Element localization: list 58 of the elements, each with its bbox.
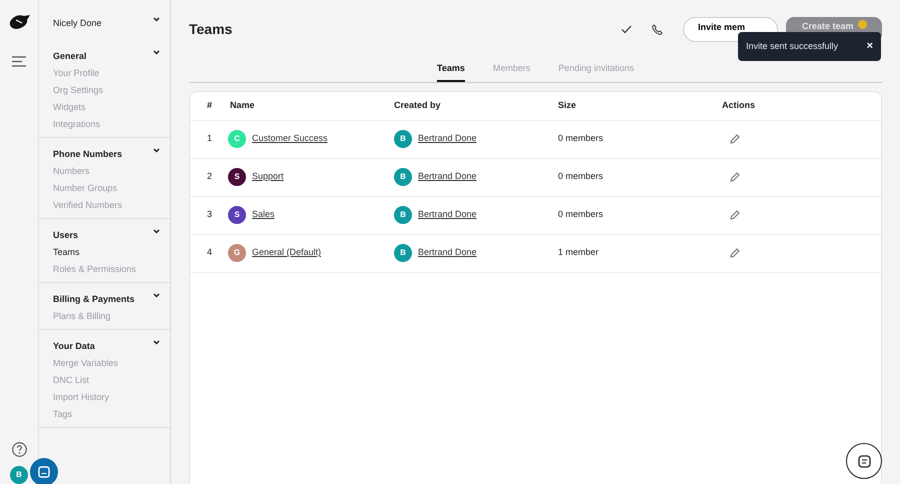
sidebar-item[interactable]: Teams	[53, 244, 160, 261]
team-link[interactable]: General (Default)	[252, 246, 322, 260]
team-link[interactable]: Customer Success	[252, 132, 328, 146]
team-avatar: S	[228, 168, 246, 186]
team-link[interactable]: Sales	[252, 208, 275, 222]
table-cell: 3	[207, 209, 212, 220]
edit-icon[interactable]	[730, 172, 740, 182]
section-heading[interactable]: Users	[53, 229, 78, 242]
section-heading[interactable]: Billing & Payments	[53, 293, 135, 306]
badge-icon	[858, 20, 867, 28]
team-avatar: S	[228, 206, 246, 224]
team-avatar: G	[228, 244, 246, 262]
chevron-icon[interactable]	[153, 293, 160, 298]
menu-icon[interactable]	[12, 56, 26, 67]
edit-icon[interactable]	[730, 134, 740, 144]
edit-icon[interactable]	[730, 248, 740, 258]
section-heading[interactable]: General	[53, 50, 87, 63]
tab[interactable]: Teams	[437, 62, 465, 82]
logo-icon[interactable]	[8, 13, 32, 31]
column-header: Created by	[394, 100, 441, 110]
chat-icon	[38, 466, 50, 478]
chevron-icon[interactable]	[153, 340, 160, 345]
column-header: Actions	[722, 100, 756, 110]
table-cell: 4	[207, 247, 212, 258]
toast-message: Invite sent successfully	[746, 40, 838, 53]
table-cell: 0 members	[558, 209, 604, 220]
workspace-name[interactable]: Nicely Done	[53, 17, 102, 30]
creator-link[interactable]: Bertrand Done	[418, 246, 477, 260]
creator-avatar: B	[394, 206, 412, 224]
chevron-icon[interactable]	[153, 148, 160, 153]
help-icon[interactable]	[12, 442, 27, 457]
creator-avatar: B	[394, 130, 412, 148]
page-title: Teams	[189, 20, 232, 38]
column-header: #	[207, 100, 212, 110]
column-header: Name	[230, 100, 255, 110]
section-heading[interactable]: Your Data	[53, 340, 95, 353]
table-cell: 1	[207, 133, 212, 144]
check-icon[interactable]	[621, 24, 632, 34]
table-cell: 2	[207, 171, 212, 182]
creator-link[interactable]: Bertrand Done	[418, 208, 477, 222]
creator-avatar: B	[394, 168, 412, 186]
column-header: Size	[558, 100, 576, 110]
creator-avatar: B	[394, 244, 412, 262]
table-cell: 1 member	[558, 247, 599, 258]
chat-icon	[858, 454, 870, 468]
chevron-icon[interactable]	[153, 229, 160, 234]
table-cell: 0 members	[558, 133, 604, 144]
team-avatar: C	[228, 130, 246, 148]
team-link[interactable]: Support	[252, 170, 284, 184]
phone-icon[interactable]	[652, 24, 663, 34]
creator-link[interactable]: Bertrand Done	[418, 170, 477, 184]
creator-link[interactable]: Bertrand Done	[418, 132, 477, 146]
chat-launcher-button[interactable]	[30, 458, 58, 484]
table-cell: 0 members	[558, 171, 604, 182]
chevron-icon[interactable]	[153, 17, 160, 22]
section-heading[interactable]: Phone Numbers	[53, 148, 122, 161]
edit-icon[interactable]	[730, 210, 740, 220]
chevron-icon[interactable]	[153, 50, 160, 55]
